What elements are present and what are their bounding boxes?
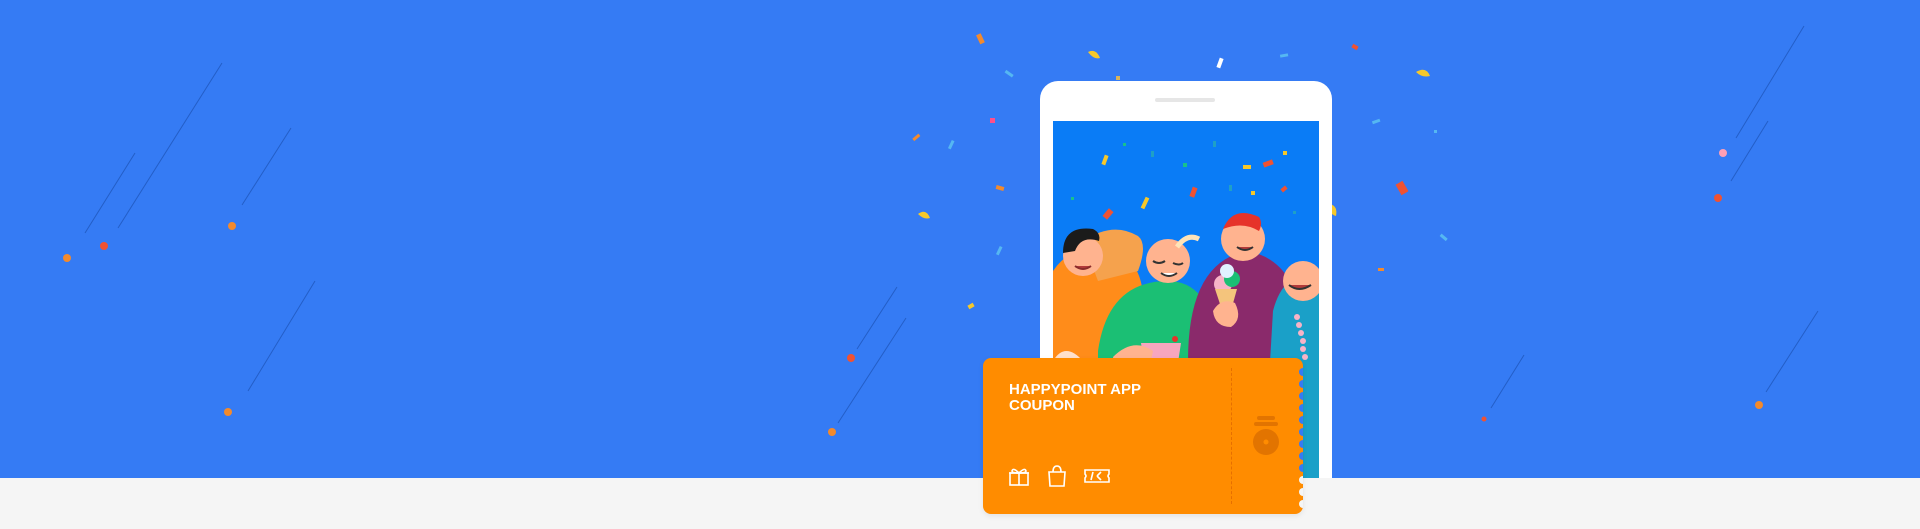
shooting-stars-decoration	[63, 25, 1819, 436]
coupon-scalloped-edge	[1299, 368, 1303, 508]
coin-stack-icon	[1253, 416, 1279, 455]
happypoint-coupon-card[interactable]: HAPPYPOINT APP COUPON	[983, 358, 1303, 514]
footer-strip	[0, 478, 1920, 529]
coupon-perforation	[1231, 368, 1232, 504]
coupon-icon-row	[1007, 464, 1111, 490]
ticket-icon	[1084, 469, 1110, 483]
gift-icon	[1009, 468, 1029, 486]
hero-banner	[0, 0, 1920, 478]
phone-speaker	[1155, 98, 1215, 102]
coupon-title: HAPPYPOINT APP COUPON	[1009, 381, 1141, 414]
shopping-bag-icon	[1048, 465, 1066, 487]
